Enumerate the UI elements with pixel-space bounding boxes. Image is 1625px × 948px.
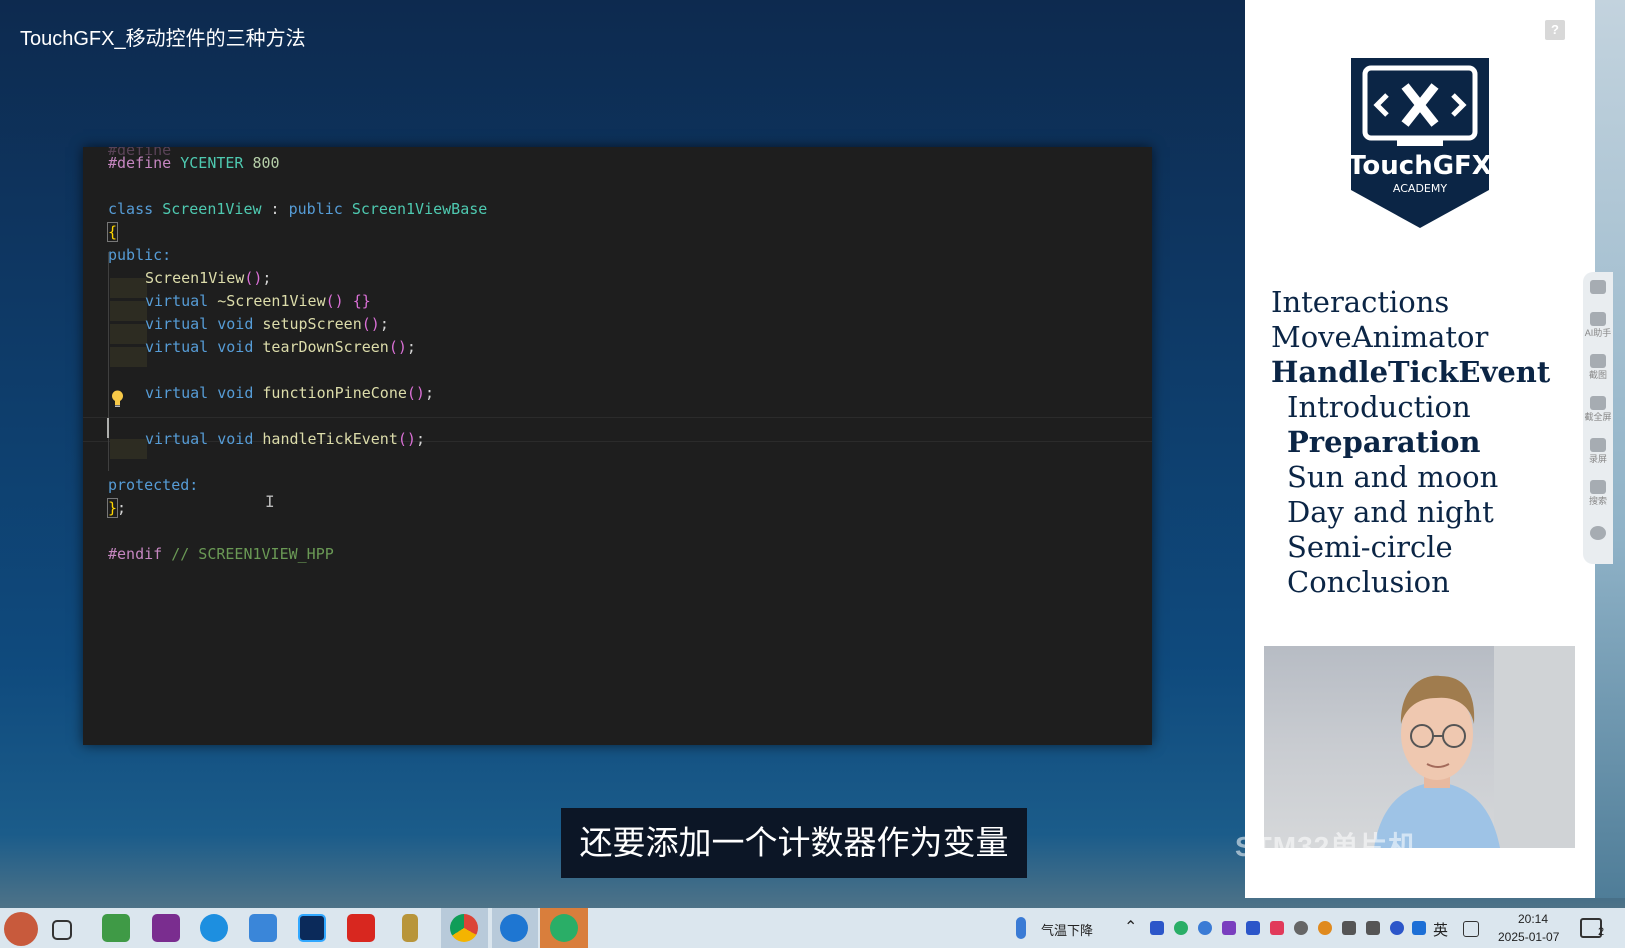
task-view-icon[interactable] xyxy=(52,920,72,940)
shield-icon xyxy=(1590,280,1606,294)
thermometer-icon[interactable] xyxy=(1016,917,1026,939)
code-line-endif: #endif // SCREEN1VIEW_HPP xyxy=(108,545,334,563)
app-tray-icon[interactable] xyxy=(1246,921,1260,935)
menu-item-conclusion[interactable]: Conclusion xyxy=(1287,565,1450,599)
mail-app-icon[interactable] xyxy=(249,914,277,942)
menu-item-preparation[interactable]: Preparation xyxy=(1287,425,1481,459)
chrome-icon[interactable] xyxy=(450,914,478,942)
battery-icon[interactable] xyxy=(1342,921,1356,935)
app-icon[interactable] xyxy=(402,914,418,942)
ai-icon xyxy=(1590,312,1606,326)
indent-highlight xyxy=(110,347,147,367)
code-line-protected: protected: xyxy=(108,476,199,494)
indent-highlight xyxy=(110,301,147,321)
menu-item-semi-circle[interactable]: Semi-circle xyxy=(1287,530,1453,564)
video-record-icon xyxy=(1590,438,1606,452)
windows-taskbar: 气温下降 ⌃ 英 20:14 2025-01-07 2 xyxy=(0,908,1625,948)
clock-date[interactable]: 2025-01-07 xyxy=(1498,930,1559,944)
code-line-define: #define YCENTER 800 xyxy=(108,154,280,172)
keyboard-grid-icon[interactable] xyxy=(1463,921,1479,937)
code-line-class: class Screen1View : public Screen1ViewBa… xyxy=(108,200,488,218)
ibeam-cursor-icon: I xyxy=(265,492,275,511)
ime-indicator[interactable]: 英 xyxy=(1433,919,1448,940)
notepad-icon[interactable] xyxy=(102,914,130,942)
screenshot-tool[interactable]: 截图 xyxy=(1583,354,1613,381)
fullscreen-capture-tool[interactable]: 截全屏 xyxy=(1583,396,1613,423)
svg-text:ACADEMY: ACADEMY xyxy=(1393,182,1447,195)
text-caret xyxy=(107,418,109,438)
svg-text:TouchGFX: TouchGFX xyxy=(1348,151,1492,181)
menu-item-day-and-night[interactable]: Day and night xyxy=(1287,495,1494,529)
menu-item-moveanimator[interactable]: MoveAnimator xyxy=(1271,320,1488,354)
wechat-icon[interactable] xyxy=(550,914,578,942)
code-line-pinecone: virtual void functionPineCone(); xyxy=(145,384,434,402)
indent-highlight xyxy=(110,278,147,298)
code-line-open-brace: { xyxy=(106,222,119,242)
photoshop-icon[interactable] xyxy=(298,914,326,942)
crop-app-icon[interactable] xyxy=(1222,921,1236,935)
presenter-figure xyxy=(1374,646,1575,848)
search-tool[interactable]: 搜索 xyxy=(1583,480,1613,507)
wps-icon[interactable] xyxy=(347,914,375,942)
menu-item-sun-and-moon[interactable]: Sun and moon xyxy=(1287,460,1498,494)
chevron-up-icon[interactable]: ⌃ xyxy=(1124,917,1137,937)
wifi-icon[interactable] xyxy=(1294,921,1308,935)
camera-icon xyxy=(1590,354,1606,368)
network-app-icon[interactable] xyxy=(1198,921,1212,935)
video-subtitle: 还要添加一个计数器作为变量 xyxy=(561,808,1027,878)
shield-tool[interactable] xyxy=(1583,280,1613,294)
touchgfx-academy-logo: TouchGFX ACADEMY xyxy=(1348,58,1492,228)
indent-highlight xyxy=(110,324,147,344)
search-icon xyxy=(1590,480,1606,494)
edge-icon[interactable] xyxy=(200,914,228,942)
course-sidebar: ? TouchGFX ACADEMY Interactions MoveAnim… xyxy=(1245,0,1595,898)
shield-tray-icon[interactable] xyxy=(1150,921,1164,935)
pen-app-icon[interactable] xyxy=(152,914,180,942)
notification-count: 2 xyxy=(1598,926,1605,938)
presenter-webcam xyxy=(1264,646,1575,848)
app-tray-icon[interactable] xyxy=(1390,921,1404,935)
bilibili-watermark: STM32单片机 xyxy=(1235,831,1418,862)
help-icon[interactable]: ? xyxy=(1545,20,1565,40)
code-line-dtor: virtual ~Screen1View() {} xyxy=(145,292,371,310)
code-line-close-brace: }; xyxy=(106,498,127,518)
code-line-public: public: xyxy=(108,246,172,264)
code-line-teardown: virtual void tearDownScreen(); xyxy=(145,338,416,356)
app-tray-icon[interactable] xyxy=(1270,921,1284,935)
indent-highlight xyxy=(110,439,147,459)
lightbulb-icon[interactable] xyxy=(111,390,124,408)
menu-item-interactions[interactable]: Interactions xyxy=(1271,285,1449,319)
ai-assistant-tool[interactable]: AI助手 xyxy=(1583,312,1613,339)
feishu-app-icon[interactable] xyxy=(500,914,528,942)
bluetooth-icon[interactable] xyxy=(1412,921,1426,935)
side-toolbar: AI助手 截图 截全屏 录屏 搜索 xyxy=(1583,272,1613,564)
wechat-tray-icon[interactable] xyxy=(1174,921,1188,935)
code-line-tick: virtual void handleTickEvent(); xyxy=(145,430,425,448)
code-line-ctor: Screen1View(); xyxy=(145,269,272,287)
gear-icon xyxy=(1590,526,1606,540)
volume-icon[interactable] xyxy=(1366,921,1380,935)
indent-guide xyxy=(108,252,109,471)
search-tray-icon[interactable] xyxy=(1318,921,1332,935)
fullscreen-icon xyxy=(1590,396,1606,410)
clock-time[interactable]: 20:14 xyxy=(1518,912,1548,926)
menu-item-introduction[interactable]: Introduction xyxy=(1287,390,1471,424)
menu-item-handletickevent[interactable]: HandleTickEvent xyxy=(1271,355,1550,389)
code-line-setup: virtual void setupScreen(); xyxy=(145,315,389,333)
settings-tool[interactable] xyxy=(1583,526,1613,540)
start-avatar-icon[interactable] xyxy=(4,912,38,946)
record-tool[interactable]: 录屏 xyxy=(1583,438,1613,465)
video-title: TouchGFX_移动控件的三种方法 xyxy=(20,28,306,50)
code-editor: #define #define YCENTER 800 class Screen… xyxy=(83,147,1152,745)
weather-text[interactable]: 气温下降 xyxy=(1041,920,1093,939)
